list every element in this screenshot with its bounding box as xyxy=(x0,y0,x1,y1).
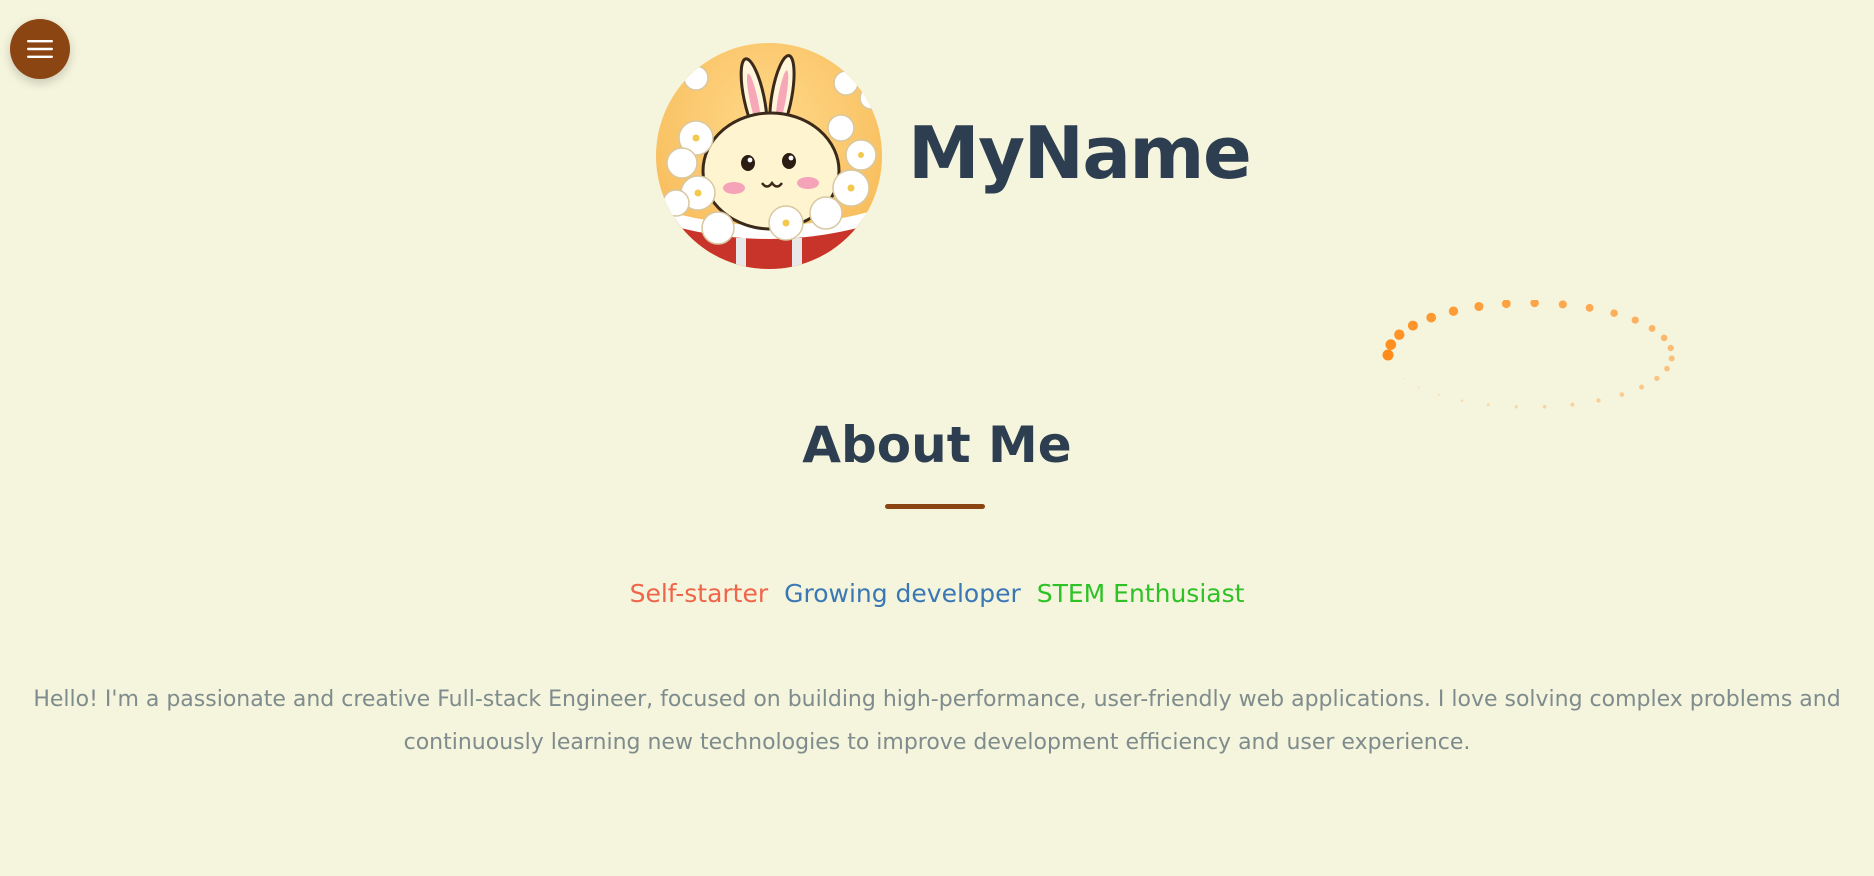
spinner-dot xyxy=(1382,349,1394,361)
spinner-dot xyxy=(1660,334,1668,342)
avatar xyxy=(656,43,882,269)
tag-list: Self-starter Growing developer STEM Enth… xyxy=(0,578,1874,610)
tag-stem-enthusiast: STEM Enthusiast xyxy=(1036,579,1245,608)
tag-self-starter: Self-starter xyxy=(629,579,769,608)
heading-underline xyxy=(885,504,985,509)
spinner-dot xyxy=(1664,365,1670,372)
spinner-dot xyxy=(1619,392,1625,397)
spinner-dot xyxy=(1610,309,1618,317)
spinner-dot xyxy=(1514,405,1518,409)
spinner-dot xyxy=(1570,402,1575,407)
spinner-dot xyxy=(1385,339,1397,350)
spinner-dot xyxy=(1596,398,1601,403)
spinner-dot xyxy=(1402,377,1405,380)
spinner-dot xyxy=(1530,300,1539,308)
tag-growing-developer: Growing developer xyxy=(784,579,1021,608)
spinner-dot xyxy=(1474,301,1484,312)
spinner-dot xyxy=(1648,324,1656,332)
intro-paragraph: Hello! I'm a passionate and creative Ful… xyxy=(33,687,1841,755)
spinner-dot xyxy=(1501,300,1511,309)
spinner-dot xyxy=(1460,399,1464,403)
spinner-dot xyxy=(1437,393,1440,397)
spinner-dot xyxy=(1585,303,1594,312)
page: MyName About Me Self-starter Growing dev… xyxy=(0,0,1874,876)
hamburger-menu-icon xyxy=(27,40,53,58)
spinner-dot xyxy=(1407,320,1418,331)
avatar-image xyxy=(656,43,882,269)
spinner-dot xyxy=(1542,404,1547,409)
site-name: MyName xyxy=(908,111,1252,195)
about-me-heading: About Me xyxy=(802,416,1072,474)
spinner-dot xyxy=(1631,316,1639,324)
spinner-dot xyxy=(1394,329,1405,340)
spinner-dot xyxy=(1639,384,1645,390)
spinner-dot xyxy=(1417,386,1420,389)
spinner-dot xyxy=(1448,306,1459,316)
spinner-dot xyxy=(1558,300,1567,309)
spinner-dot xyxy=(1426,312,1437,323)
loading-spinner xyxy=(1382,300,1675,409)
spinner-dot xyxy=(1667,344,1674,352)
spinner-dot xyxy=(1486,403,1490,407)
menu-toggle-button[interactable] xyxy=(10,19,70,79)
hero-header: MyName xyxy=(656,43,1252,269)
spinner-dot xyxy=(1654,375,1660,382)
spinner-dot xyxy=(1668,355,1675,362)
